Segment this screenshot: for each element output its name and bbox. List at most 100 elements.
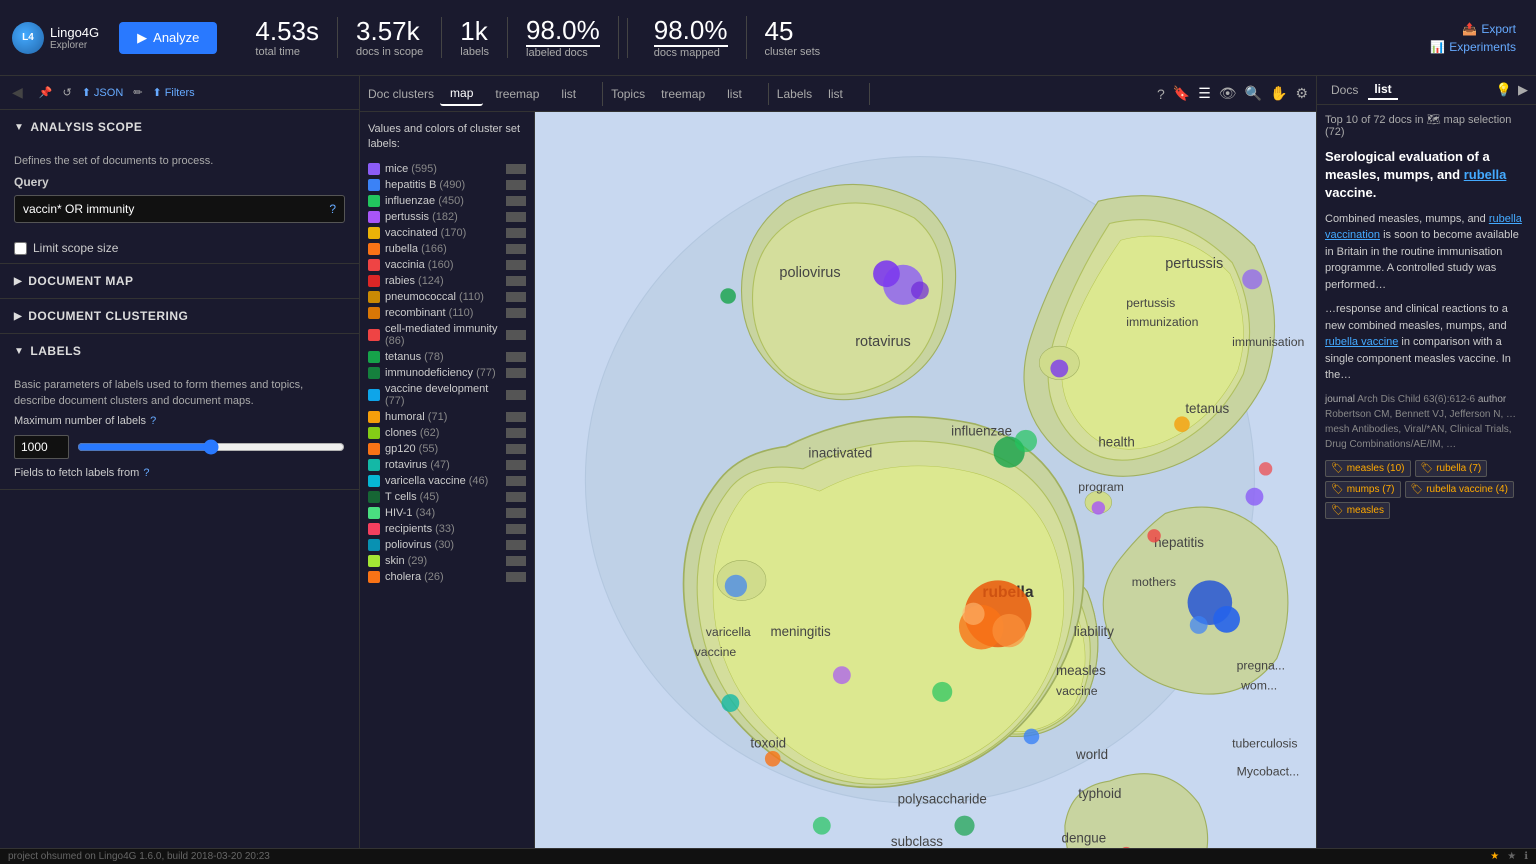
list-view-icon[interactable]: ☰ [1198,85,1211,102]
labels-header[interactable]: ▼ LABELS [0,334,359,368]
doc-tag[interactable]: 🏷rubella (7) [1415,460,1488,477]
right-bulb-icon[interactable]: 💡 [1496,82,1512,98]
legend-label: T cells (45) [385,491,501,503]
legend-item[interactable]: rubella (166) [368,241,526,257]
legend-item[interactable]: pneumococcal (110) [368,289,526,305]
legend-item[interactable]: immunodeficiency (77) [368,365,526,381]
pin-tool[interactable]: 📌 [39,86,53,99]
footer-star2-icon[interactable]: ★ [1507,851,1516,862]
undo-tool[interactable]: ↺ [62,86,71,99]
legend-item[interactable]: rotavirus (47) [368,457,526,473]
analyze-button[interactable]: ▶ Analyze [119,22,217,54]
legend-item[interactable]: cholera (26) [368,569,526,585]
right-tab-list[interactable]: list [1368,80,1397,100]
legend-item[interactable]: vaccine development (77) [368,381,526,409]
doc-tag[interactable]: 🏷rubella vaccine (4) [1405,481,1514,498]
legend-bar [506,444,526,454]
doc-tag[interactable]: 🏷mumps (7) [1325,481,1401,498]
experiments-button[interactable]: 📊 Experiments [1430,40,1516,54]
filter-tool[interactable]: ⬆ Filters [152,86,194,99]
legend-item[interactable]: skin (29) [368,553,526,569]
stat-labeled-docs: 98.0% labeled docs [508,16,619,59]
analysis-scope-header[interactable]: ▼ ANALYSIS SCOPE [0,110,359,144]
doc-title-link[interactable]: rubella [1464,167,1507,182]
max-labels-slider[interactable] [77,439,345,455]
right-tab-docs[interactable]: Docs [1325,81,1364,99]
fields-help-icon[interactable]: ? [143,467,149,479]
legend-item[interactable]: clones (62) [368,425,526,441]
legend-item[interactable]: vaccinated (170) [368,225,526,241]
legend-item[interactable]: varicella vaccine (46) [368,473,526,489]
legend-item[interactable]: cell-mediated immunity (86) [368,321,526,349]
legend-color [368,539,380,551]
tab-list3[interactable]: list [818,83,853,105]
document-map-header[interactable]: ▶ DOCUMENT MAP [0,264,359,298]
tag-icon: 🏷 [1421,463,1434,474]
footer-star-icon[interactable]: ★ [1490,851,1499,862]
legend-item[interactable]: vaccinia (160) [368,257,526,273]
map-area[interactable]: pertussis pertussis immunization tetanus… [535,112,1316,848]
legend-bar [506,556,526,566]
legend-label: pneumococcal (110) [385,291,501,303]
legend-color [368,259,380,271]
eye-icon[interactable]: 👁 [1219,85,1237,102]
document-clustering-header[interactable]: ▶ DOCUMENT CLUSTERING [0,299,359,333]
legend-bar [506,412,526,422]
max-labels-label: Maximum number of labels [14,415,146,427]
footer-info-icon[interactable]: ℹ [1524,851,1528,862]
svg-text:measles: measles [1056,663,1106,678]
legend-item[interactable]: T cells (45) [368,489,526,505]
legend-item[interactable]: recombinant (110) [368,305,526,321]
limit-scope-checkbox[interactable] [14,242,27,255]
search-icon[interactable]: 🔍 [1245,85,1262,102]
max-labels-input[interactable] [14,435,69,459]
analysis-scope-arrow: ▼ [14,122,24,133]
legend-items: mice (595) hepatitis B (490) influenzae … [368,161,526,585]
footer: project ohsumed on Lingo4G 1.6.0, build … [0,848,1536,864]
query-help-icon[interactable]: ? [329,202,336,216]
legend-item[interactable]: humoral (71) [368,409,526,425]
limit-scope-row: Limit scope size [0,233,359,263]
legend-item[interactable]: HIV-1 (34) [368,505,526,521]
legend-item[interactable]: hepatitis B (490) [368,177,526,193]
settings-icon[interactable]: ⚙ [1295,85,1308,102]
hand-icon[interactable]: ✋ [1270,85,1287,102]
legend-item[interactable]: influenzae (450) [368,193,526,209]
doc-body-link2[interactable]: rubella vaccine [1325,336,1398,348]
right-chevron-icon[interactable]: ▶ [1518,82,1528,98]
legend-item[interactable]: pertussis (182) [368,209,526,225]
edit-tool[interactable]: ✏ [133,86,142,99]
legend-item[interactable]: recipients (33) [368,521,526,537]
legend-label: clones (62) [385,427,501,439]
doc-tag[interactable]: 🏷measles [1325,502,1390,519]
tab-list2[interactable]: list [717,83,752,105]
doc-tag[interactable]: 🏷measles (10) [1325,460,1411,477]
svg-text:influenzae: influenzae [951,423,1012,438]
map-svg[interactable]: pertussis pertussis immunization tetanus… [535,112,1316,848]
query-input[interactable] [23,202,329,216]
json-icon: ⬆ [82,86,91,99]
export-button[interactable]: 📤 Export [1462,22,1516,36]
back-arrow[interactable]: ◀ [12,84,23,101]
legend-item[interactable]: tetanus (78) [368,349,526,365]
legend-bar [506,390,526,400]
legend-item[interactable]: gp120 (55) [368,441,526,457]
json-label: JSON [94,87,123,99]
tab-treemap2[interactable]: treemap [651,83,715,105]
legend-item[interactable]: mice (595) [368,161,526,177]
query-input-wrapper: ? [14,195,345,223]
tab-map[interactable]: map [440,82,483,106]
max-labels-help-icon[interactable]: ? [150,415,156,427]
svg-text:Mycobact...: Mycobact... [1237,765,1300,779]
stat-cluster-sets-label: cluster sets [765,46,821,58]
json-tool[interactable]: ⬆ JSON [82,86,124,99]
tab-list[interactable]: list [551,83,586,105]
help-icon[interactable]: ? [1157,86,1165,102]
legend-bar [506,352,526,362]
legend-label: vaccinated (170) [385,227,501,239]
legend-item[interactable]: rabies (124) [368,273,526,289]
legend-item[interactable]: poliovirus (30) [368,537,526,553]
svg-text:immunisation: immunisation [1232,335,1304,349]
tab-treemap[interactable]: treemap [485,83,549,105]
bookmark-icon[interactable]: 🔖 [1173,85,1190,102]
